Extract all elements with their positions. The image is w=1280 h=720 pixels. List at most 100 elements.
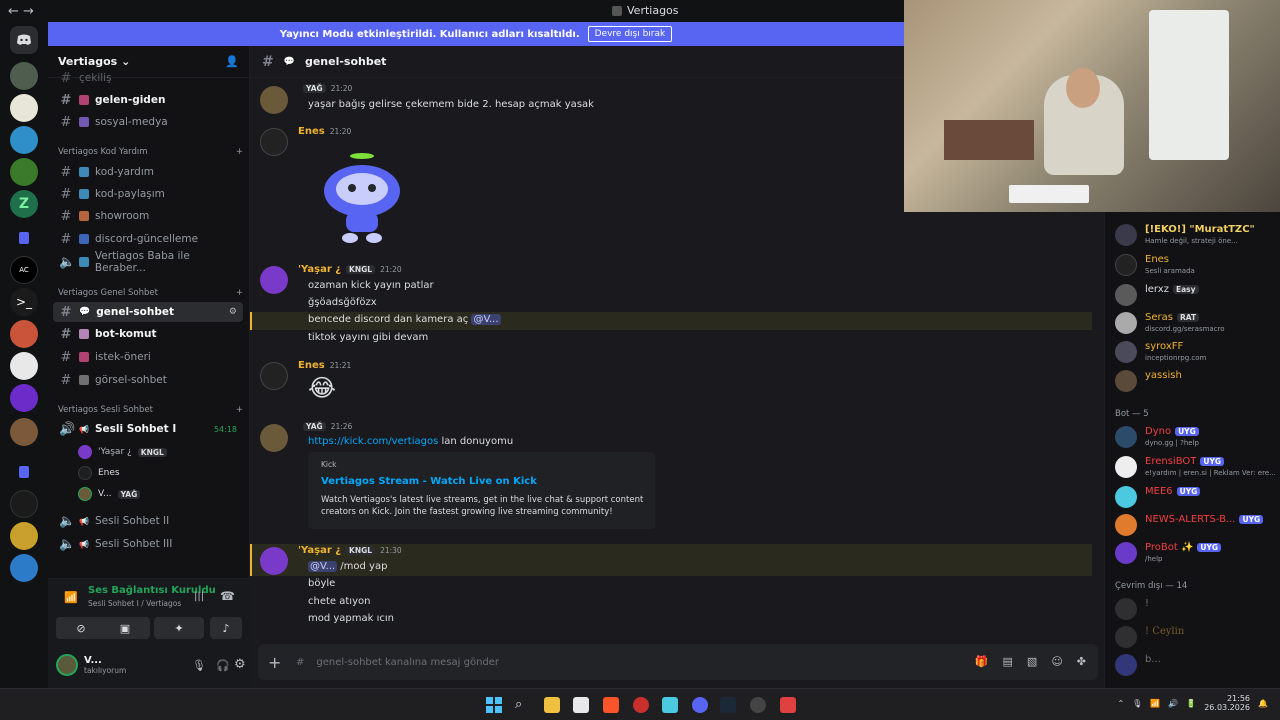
store-icon[interactable] — [573, 697, 589, 713]
server-icon-5[interactable]: Z — [10, 190, 38, 218]
author[interactable]: Enes — [298, 360, 325, 371]
member[interactable]: yassish — [1115, 368, 1275, 394]
voice-channel-sesli-2[interactable]: 🔈 📢 Sesli Sohbet II — [53, 511, 243, 531]
discord-home-icon[interactable] — [10, 26, 38, 54]
microphone-icon[interactable]: 🎙 — [192, 659, 206, 672]
category-genel-sohbet[interactable]: Vertiagos Genel Sohbet + — [58, 288, 243, 298]
channel-settings-icon[interactable]: ⚙ — [229, 307, 237, 317]
member[interactable]: ProBot ✨ UYG/help — [1115, 540, 1275, 566]
battery-icon[interactable]: 🔋 — [1186, 699, 1196, 708]
volume-icon[interactable]: 🔊 — [1168, 699, 1178, 708]
voice-user[interactable]: Enes — [78, 464, 248, 482]
gift-icon[interactable]: 🎁 — [975, 655, 989, 668]
server-icon-3[interactable] — [10, 126, 38, 154]
channel-cekilis[interactable]: # çekiliş — [53, 68, 243, 88]
server-icon-11[interactable] — [10, 490, 38, 518]
steam-icon[interactable] — [720, 697, 736, 713]
brave-browser-icon[interactable] — [603, 697, 619, 713]
gif-icon[interactable]: ▤ — [1003, 655, 1013, 668]
channel-bot-komut[interactable]: # bot-komut — [53, 324, 243, 344]
voice-channel-sesli-3[interactable]: 🔈 📢 Sesli Sohbet III — [53, 534, 243, 554]
file-explorer-icon[interactable] — [544, 697, 560, 713]
channel-kod-paylasim[interactable]: # kod-paylaşım — [53, 184, 243, 204]
plus-icon[interactable]: + — [236, 147, 243, 157]
plus-icon[interactable]: + — [236, 405, 243, 415]
channel-discord-guncelleme[interactable]: # discord-güncelleme — [53, 229, 243, 249]
folder-icon-2[interactable] — [10, 458, 38, 486]
avatar[interactable] — [260, 424, 288, 452]
headphones-icon[interactable]: 🎧 — [216, 659, 230, 672]
sticker-icon[interactable]: ▧ — [1027, 655, 1037, 668]
clock[interactable]: 21:56 26.03.2026 — [1204, 694, 1250, 712]
member[interactable]: NEWS-ALERTS-B... UYG — [1115, 512, 1275, 538]
avatar[interactable] — [260, 86, 288, 114]
channel-showroom[interactable]: # showroom — [53, 206, 243, 226]
server-icon-1[interactable] — [10, 62, 38, 90]
message-input[interactable]: genel-sohbet kanalına mesaj gönder — [316, 657, 499, 668]
server-icon-8[interactable] — [10, 352, 38, 380]
avatar[interactable] — [260, 362, 288, 390]
member[interactable]: b... — [1115, 652, 1275, 678]
disconnect-icon[interactable]: ☎ — [220, 589, 235, 603]
channel-istek-oneri[interactable]: # istek-öneri — [53, 347, 243, 367]
avatar[interactable] — [260, 128, 288, 156]
avatar[interactable] — [56, 654, 78, 676]
wifi-icon[interactable]: 📶 — [1150, 699, 1160, 708]
app-icon-gray[interactable] — [750, 697, 766, 713]
member[interactable]: Seras RAT discord.gg/serasmacro — [1115, 310, 1275, 336]
forward-icon[interactable]: → — [23, 4, 34, 19]
settings-gear-icon[interactable]: ⚙ — [234, 657, 246, 672]
disable-streamer-mode-button[interactable]: Devre dışı bırak — [587, 26, 673, 42]
member[interactable]: ! Ceylin — [1115, 624, 1275, 650]
member[interactable]: ! — [1115, 596, 1275, 622]
author[interactable]: Enes — [298, 126, 325, 137]
member[interactable]: MEE6 UYG — [1115, 484, 1275, 510]
app-icon-red[interactable] — [633, 697, 649, 713]
server-icon-2[interactable] — [10, 94, 38, 122]
screen-share-button[interactable]: ▣ — [100, 617, 150, 639]
chevron-up-icon[interactable]: ⌃ — [1117, 699, 1124, 708]
channel-gorsel-sohbet[interactable]: # görsel-sohbet — [53, 370, 243, 390]
voice-channel-sesli-1[interactable]: 🔊 📢 Sesli Sohbet I 54:18 — [53, 419, 243, 439]
plus-icon[interactable]: + — [236, 288, 243, 298]
message-composer[interactable]: + # genel-sohbet kanalına mesaj gönder 🎁… — [258, 644, 1098, 680]
voice-user[interactable]: V... YAĞ — [78, 485, 248, 503]
server-icon-10[interactable] — [10, 418, 38, 446]
camera-off-button[interactable]: ⊘ — [56, 617, 106, 639]
server-icon-12[interactable] — [10, 522, 38, 550]
notification-icon[interactable]: 🔔 — [1258, 699, 1268, 708]
noise-suppression-icon[interactable]: ||| — [194, 591, 204, 602]
server-icon-13[interactable] — [10, 554, 38, 582]
embed-title[interactable]: Vertiagos Stream - Watch Live on Kick — [321, 476, 645, 487]
avatar[interactable] — [260, 266, 288, 294]
sticker-clyde[interactable] — [312, 146, 412, 246]
windows-start-icon[interactable] — [486, 697, 502, 713]
app-icon-blue[interactable] — [662, 697, 678, 713]
message-link[interactable]: https://kick.com/vertiagos — [308, 436, 438, 447]
category-kod-yardim[interactable]: Vertiagos Kod Yardım + — [58, 147, 243, 157]
channel-vertiagos-baba[interactable]: 🔈 Vertiagos Baba ile Beraber... — [53, 250, 243, 274]
soundboard-button[interactable]: ♪ — [210, 617, 242, 639]
server-icon-7[interactable] — [10, 320, 38, 348]
member[interactable]: Dyno UYG dyno.gg | ?help — [1115, 424, 1275, 450]
channel-gelen-giden[interactable]: # gelen-giden — [53, 90, 243, 110]
voice-user[interactable]: 'Yaşar ¿ KNGL — [78, 443, 248, 461]
attach-plus-icon[interactable]: + — [268, 653, 284, 672]
author[interactable]: 'Yaşar ¿ — [298, 545, 341, 556]
category-sesli-sohbet[interactable]: Vertiagos Sesli Sohbet + — [58, 405, 243, 415]
back-icon[interactable]: ← — [8, 4, 19, 19]
member[interactable]: lerxz Easy — [1115, 282, 1275, 308]
emoji-icon[interactable]: ☺ — [1051, 655, 1062, 668]
member[interactable]: [!EKO!] "MuratTZC" Hamle değil, strateji … — [1115, 222, 1275, 248]
discord-taskbar-icon[interactable] — [692, 697, 708, 713]
author[interactable]: 'Yaşar ¿ — [298, 264, 341, 275]
voice-location[interactable]: Sesli Sohbet I / Vertiagos — [88, 599, 181, 608]
app-icon-recorder[interactable] — [780, 697, 796, 713]
server-icon-4[interactable] — [10, 158, 38, 186]
user-mention[interactable]: @V... — [471, 314, 501, 325]
add-member-icon[interactable]: 👤 — [225, 55, 239, 68]
nav-buttons[interactable]: ← → — [8, 4, 48, 19]
server-icon-9[interactable] — [10, 384, 38, 412]
member[interactable]: syroxFF inceptionrpg.com — [1115, 339, 1275, 365]
member[interactable]: ErensiBOT UYG e!yardım | eren.si | Reklam … — [1115, 454, 1276, 480]
